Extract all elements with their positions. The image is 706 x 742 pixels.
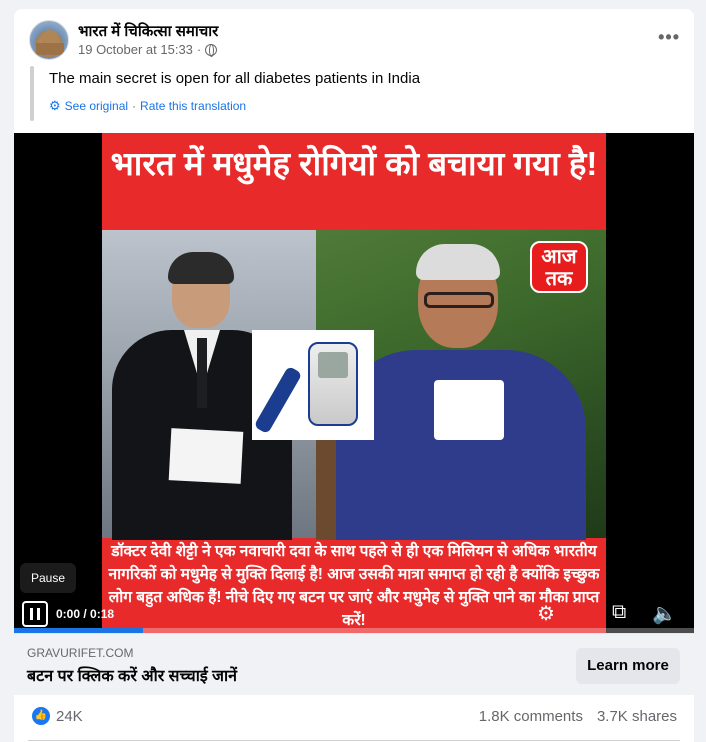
shares-count[interactable]: 3.7K shares (597, 708, 677, 725)
translated-post-text: The main secret is open for all diabetes… (49, 70, 421, 87)
action-divider (28, 740, 680, 741)
settings-gear-icon[interactable]: ⚙ (537, 601, 555, 626)
link-title[interactable]: बटन पर क्लिक करें और सच्चाई जानें (27, 664, 237, 686)
video-player[interactable]: भारत में मधुमेह रोगियों को बचाया गया है! (14, 133, 694, 633)
see-original-link[interactable]: See original (65, 99, 128, 113)
avatar-dome (41, 30, 59, 44)
pause-tooltip: Pause (20, 563, 76, 593)
anchor-tie (197, 338, 207, 408)
anchor-hair (168, 252, 234, 284)
post-timestamp[interactable]: 19 October at 15:33 (78, 42, 193, 57)
rate-translation-link[interactable]: Rate this translation (140, 99, 246, 113)
comments-count[interactable]: 1.8K comments (479, 708, 583, 725)
gear-icon: ⚙ (49, 98, 61, 113)
video-frame: भारत में मधुमेह रोगियों को बचाया गया है! (102, 133, 606, 633)
translation-bar (30, 66, 34, 121)
pause-bar-icon (30, 608, 33, 620)
globe-icon (205, 43, 218, 57)
page-name[interactable]: भारत में चिकित्सा समाचार (78, 21, 218, 41)
meter-screen (318, 352, 348, 378)
link-domain: GRAVURIFET.COM (27, 646, 134, 660)
video-headline: भारत में मधुमेह रोगियों को बचाया गया है! (110, 145, 598, 182)
engagement-counts: 1.8K comments 3.7K shares (479, 708, 677, 725)
page-avatar[interactable] (29, 20, 69, 60)
glucose-meter (308, 342, 358, 426)
insulin-pen (253, 365, 303, 435)
like-icon: 👍 (32, 707, 50, 725)
post-meta: 19 October at 15:33 · (78, 42, 218, 57)
picture-in-picture-icon[interactable]: ⧉ (612, 601, 626, 624)
more-options-button[interactable]: ••• (658, 27, 680, 48)
link-preview[interactable]: GRAVURIFET.COM बटन पर क्लिक करें और सच्च… (14, 633, 694, 695)
aaj-tak-logo: आज तक (530, 241, 588, 293)
doctor-hair (416, 244, 500, 280)
doctor-glasses (424, 292, 494, 308)
translation-links: ⚙ See original · Rate this translation (49, 98, 246, 114)
anchor-paper (168, 428, 244, 484)
doctor-collar (434, 380, 504, 440)
glucose-meter-image (252, 330, 374, 440)
avatar-building (36, 43, 64, 55)
learn-more-button[interactable]: Learn more (576, 648, 680, 684)
post-card: भारत में चिकित्सा समाचार 19 October at 1… (14, 9, 694, 742)
like-count: 24K (56, 707, 83, 725)
pause-button[interactable] (22, 601, 48, 627)
link-separator: · (132, 99, 137, 113)
video-caption: डॉक्टर देवी शेट्टी ने एक नवाचारी दवा के … (108, 543, 600, 629)
reactions-summary[interactable]: 👍 24K (32, 707, 83, 725)
volume-icon[interactable]: 🔈 (652, 601, 677, 626)
pause-bar-icon (37, 608, 40, 620)
video-time: 0:00 / 0:18 (56, 607, 115, 621)
